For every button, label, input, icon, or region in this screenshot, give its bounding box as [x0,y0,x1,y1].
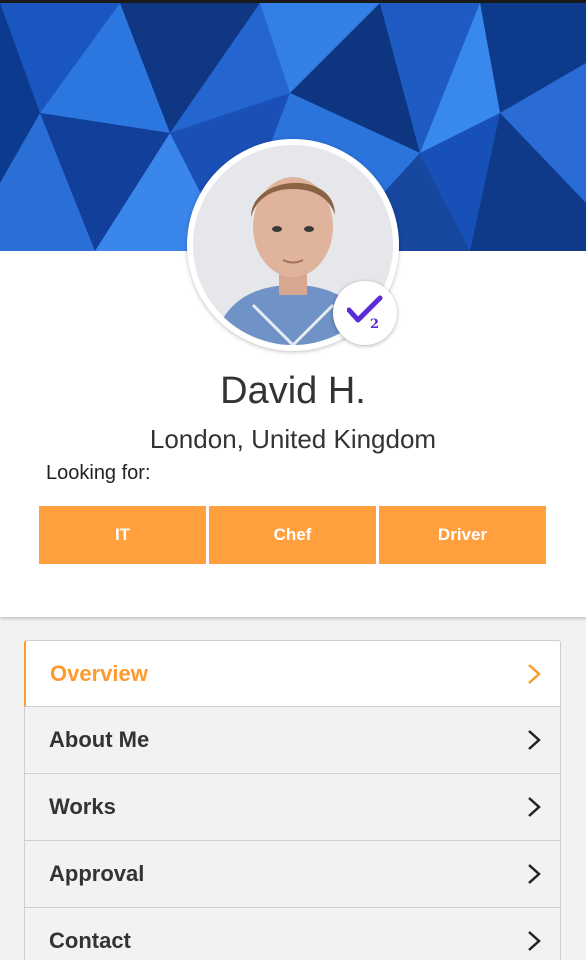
tag-driver[interactable]: Driver [379,506,546,564]
menu-item-label: Contact [49,928,131,953]
menu-item-contact[interactable]: Contact [24,908,561,960]
verified-badge[interactable]: 2 [333,281,397,345]
chevron-right-icon [528,931,541,951]
chevron-right-icon [528,730,541,750]
menu-item-label: Approval [49,861,145,886]
tag-chef[interactable]: Chef [209,506,376,564]
tag-it[interactable]: IT [39,506,206,564]
verification-count: 2 [370,317,380,332]
chevron-right-icon [528,663,541,684]
profile-location: London, United Kingdom [149,424,437,454]
menu-item-about-me[interactable]: About Me [24,707,561,774]
chevron-right-icon [528,797,541,817]
menu-item-label: Works [49,794,116,819]
profile-menu: Overview About Me Works Approval Contact [24,640,561,960]
looking-for-label: Looking for: [46,462,151,484]
looking-for-tags: IT Chef Driver [39,506,547,564]
chevron-right-icon [528,864,541,884]
menu-item-approval[interactable]: Approval [24,841,561,908]
menu-item-works[interactable]: Works [24,774,561,841]
menu-item-overview[interactable]: Overview [24,640,561,707]
menu-item-label: Overview [50,660,148,686]
profile-name: David H. [220,370,366,412]
menu-item-label: About Me [49,727,150,752]
